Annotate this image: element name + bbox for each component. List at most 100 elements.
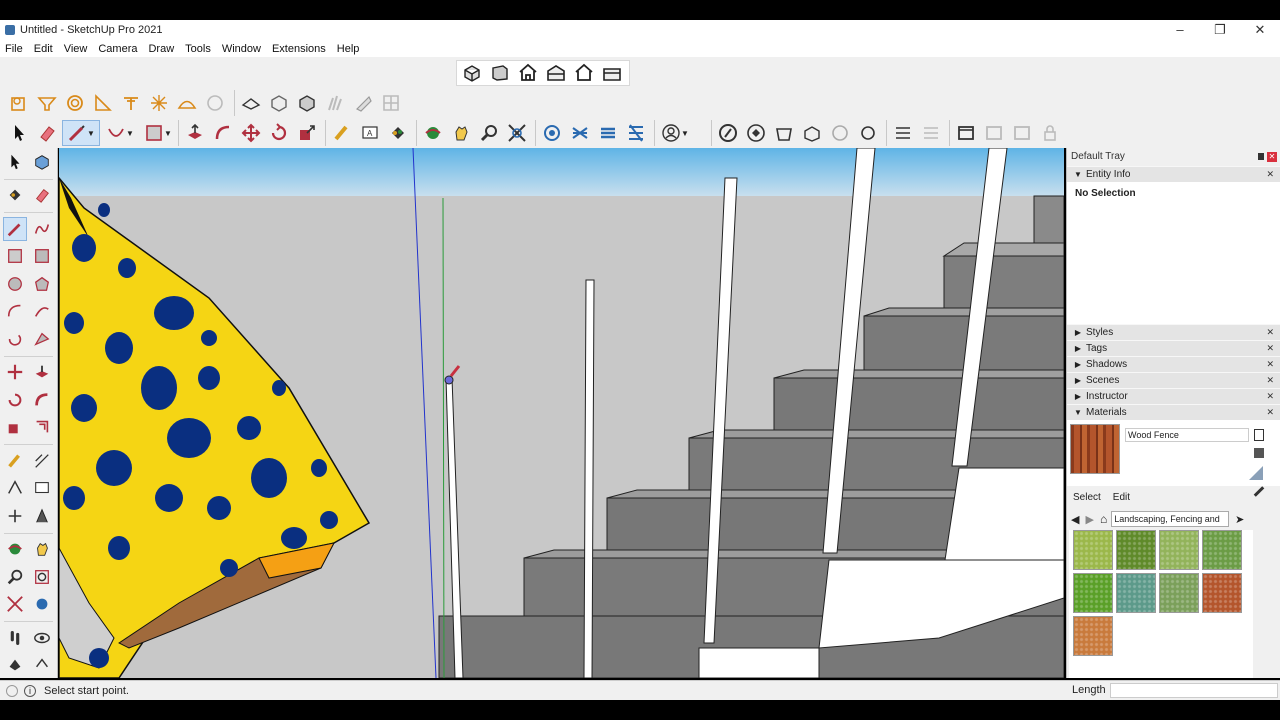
menu-help[interactable]: Help	[337, 43, 360, 55]
component-button[interactable]	[202, 90, 228, 116]
pan-tool-button[interactable]	[30, 537, 54, 561]
collection-dropdown[interactable]: Landscaping, Fencing and	[1111, 511, 1230, 527]
orbit-tool-button[interactable]	[3, 537, 27, 561]
panel-tags-header[interactable]: ▶ Tags ✕	[1067, 340, 1280, 356]
orbit-tool-button[interactable]	[420, 120, 446, 146]
menu-camera[interactable]: Camera	[98, 43, 137, 55]
arc-tool-button[interactable]: ▼	[102, 120, 138, 146]
move-tool-button[interactable]	[238, 120, 264, 146]
sample-paint-icon[interactable]	[1249, 466, 1263, 480]
3d-viewport[interactable]	[59, 148, 1064, 678]
panel-close-icon[interactable]: ✕	[1266, 407, 1274, 418]
3d-warehouse-button[interactable]	[743, 120, 769, 146]
select-tool-button[interactable]	[6, 120, 32, 146]
details-arrow-icon[interactable]: ➤	[1235, 513, 1244, 526]
material-swatch[interactable]	[1116, 573, 1156, 613]
tab-select[interactable]: Select	[1073, 492, 1101, 503]
protractor-tool-button[interactable]	[3, 476, 27, 500]
terrain-button[interactable]	[294, 90, 320, 116]
3d-text-tool-button[interactable]	[30, 504, 54, 528]
left-view-button[interactable]	[599, 60, 625, 86]
pushpull-tool-button[interactable]	[30, 360, 54, 384]
restore-button[interactable]: ❐	[1200, 20, 1240, 40]
tab-edit[interactable]: Edit	[1113, 492, 1130, 503]
rotated-rectangle-tool-button[interactable]	[30, 244, 54, 268]
zoom-extents-tool-button[interactable]	[3, 592, 27, 616]
window-3-button[interactable]	[1009, 120, 1035, 146]
material-swatch[interactable]	[1073, 530, 1113, 570]
material-swatch[interactable]	[1159, 573, 1199, 613]
arc-tool-button[interactable]	[3, 299, 27, 323]
extension-warehouse-button[interactable]	[715, 120, 741, 146]
user-account-button[interactable]: ▼	[658, 120, 692, 146]
back-arrow-icon[interactable]: ◀	[1071, 513, 1079, 526]
menu-draw[interactable]: Draw	[148, 43, 174, 55]
menu-file[interactable]: File	[5, 43, 23, 55]
tape-measure-tool-button[interactable]	[3, 449, 27, 473]
scale-tool-button[interactable]	[3, 415, 27, 439]
current-material-swatch[interactable]	[1070, 424, 1120, 474]
solid-inspector-button[interactable]	[827, 120, 853, 146]
panel-styles-header[interactable]: ▶ Styles ✕	[1067, 324, 1280, 340]
material-swatch[interactable]	[1073, 616, 1113, 656]
iso-view-button[interactable]	[459, 60, 485, 86]
create-material-icon[interactable]	[1254, 429, 1264, 441]
menu-tools[interactable]: Tools	[185, 43, 211, 55]
wireframe-button[interactable]	[62, 90, 88, 116]
position-camera-tool-button[interactable]	[3, 653, 27, 677]
styles-button[interactable]	[6, 90, 32, 116]
panel-close-icon[interactable]: ✕	[1266, 359, 1274, 370]
shaded-textures-button[interactable]	[146, 90, 172, 116]
geo-location-icon[interactable]	[6, 684, 18, 697]
rectangle-tool-button[interactable]: ▼	[140, 120, 176, 146]
follow-me-tool-button[interactable]	[30, 388, 54, 412]
2pt-arc-tool-button[interactable]	[30, 299, 54, 323]
rectangle-tool-button[interactable]	[3, 244, 27, 268]
model-scene[interactable]	[59, 148, 1064, 678]
zoom-tool-button[interactable]	[3, 565, 27, 589]
pan-tool-button[interactable]	[448, 120, 474, 146]
pin-icon[interactable]	[1258, 153, 1264, 160]
lock-button[interactable]	[1037, 120, 1063, 146]
section-plane-tool-button[interactable]	[30, 653, 54, 677]
menu-extensions[interactable]: Extensions	[272, 43, 326, 55]
zoom-tool-button[interactable]	[476, 120, 502, 146]
menu-window[interactable]: Window	[222, 43, 261, 55]
panel-close-icon[interactable]: ✕	[1266, 375, 1274, 386]
axes-tool-button[interactable]	[3, 504, 27, 528]
menu-view[interactable]: View	[64, 43, 88, 55]
panel-close-icon[interactable]: ✕	[1266, 343, 1274, 354]
window-2-button[interactable]	[981, 120, 1007, 146]
section-display-tool-button[interactable]	[623, 120, 649, 146]
panel-shadows-header[interactable]: ▶ Shadows ✕	[1067, 356, 1280, 372]
sandbox-button[interactable]	[266, 90, 292, 116]
xray-button[interactable]	[34, 90, 60, 116]
scale-tool-button[interactable]	[294, 120, 320, 146]
tape-measure-tool-button[interactable]	[329, 120, 355, 146]
eraser-tool-button[interactable]	[34, 120, 60, 146]
move-tool-button[interactable]	[3, 360, 27, 384]
text-tool-button[interactable]: A	[357, 120, 383, 146]
make-component-tool-button[interactable]	[30, 150, 54, 174]
text-tool-button[interactable]	[30, 476, 54, 500]
sandbox-smoove-button[interactable]	[350, 90, 376, 116]
look-around-tool-button[interactable]	[30, 626, 54, 650]
walk-tool-button[interactable]	[3, 626, 27, 650]
front-view-button[interactable]	[515, 60, 541, 86]
paint-bucket-tool-button[interactable]	[385, 120, 411, 146]
sandbox-grid-button[interactable]	[378, 90, 404, 116]
default-material-icon[interactable]	[1254, 448, 1264, 458]
home-icon[interactable]: ⌂	[1100, 512, 1107, 526]
zoom-window-tool-button[interactable]	[30, 565, 54, 589]
material-swatch[interactable]	[1073, 573, 1113, 613]
info-icon[interactable]: i	[24, 684, 36, 697]
eyedropper-icon[interactable]	[1253, 486, 1265, 497]
3pt-arc-tool-button[interactable]	[3, 327, 27, 351]
circle-tool-button[interactable]	[3, 272, 27, 296]
eraser-tool-button[interactable]	[30, 183, 54, 207]
top-view-button[interactable]	[487, 60, 513, 86]
solid-subtract-button[interactable]	[918, 120, 944, 146]
right-view-button[interactable]	[543, 60, 569, 86]
material-swatch[interactable]	[1159, 530, 1199, 570]
follow-me-tool-button[interactable]	[210, 120, 236, 146]
